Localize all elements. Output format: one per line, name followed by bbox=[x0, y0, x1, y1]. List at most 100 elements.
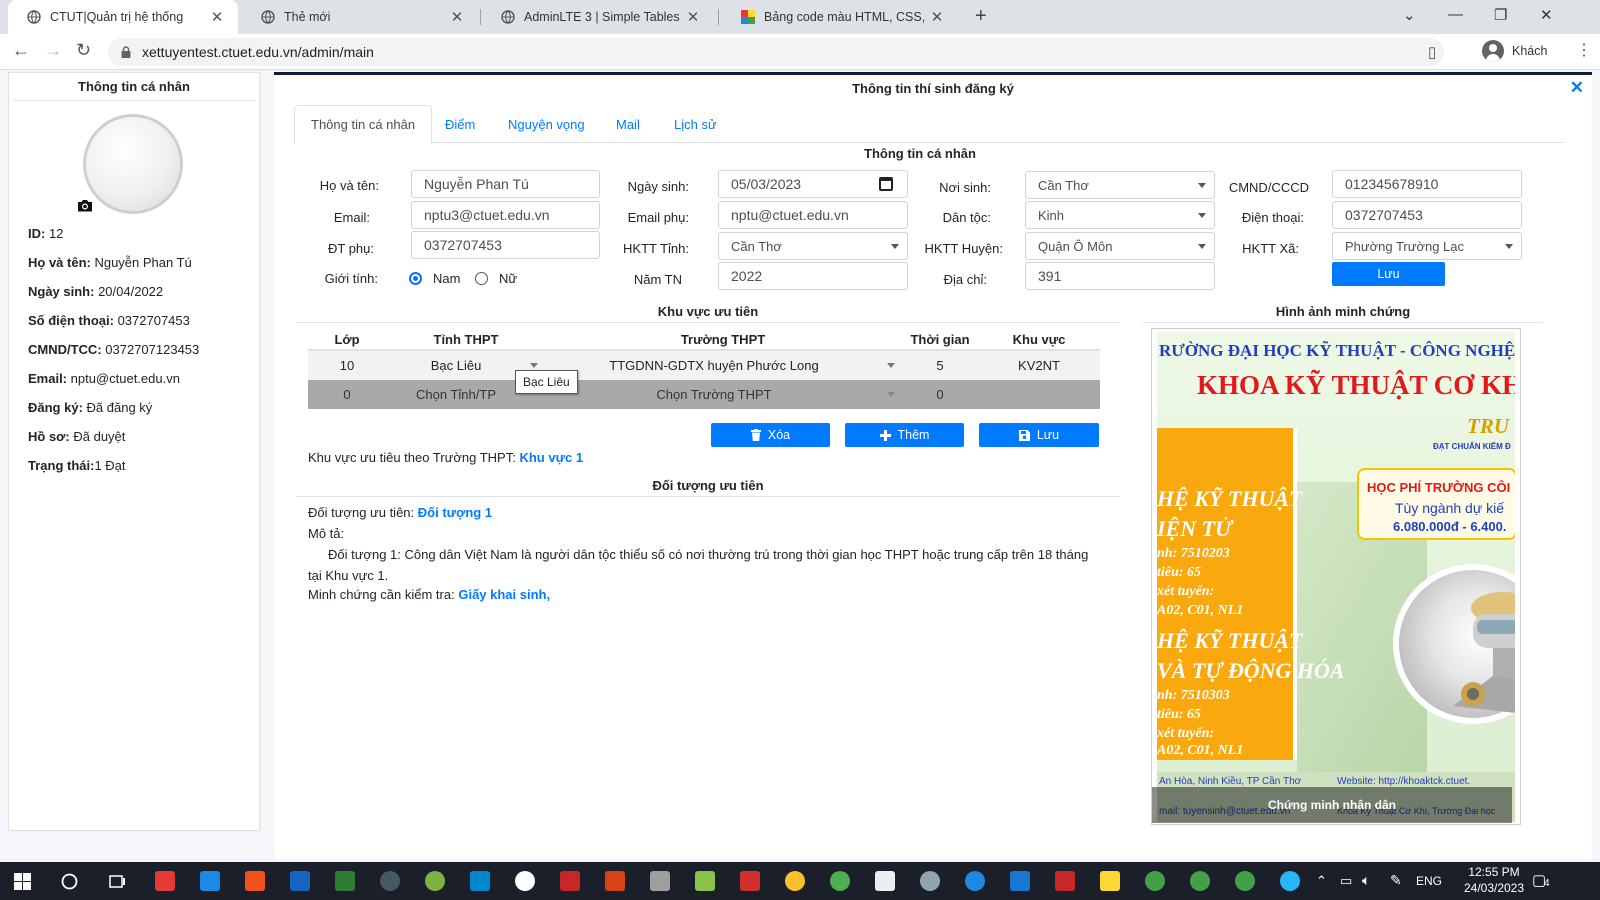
browser-tab-admin[interactable]: CTUT|Quản trị hệ thống ✕ bbox=[8, 0, 238, 34]
app-icon[interactable] bbox=[1280, 871, 1300, 891]
graduation-year-field[interactable]: 2022 bbox=[718, 262, 908, 290]
residence-ward-select[interactable]: Phường Trường Lạc bbox=[1332, 232, 1522, 260]
search-icon[interactable] bbox=[61, 873, 78, 890]
dob-field[interactable]: 05/03/2023 bbox=[718, 170, 908, 198]
evidence-image[interactable]: RƯỜNG ĐẠI HỌC KỸ THUẬT - CÔNG NGHỆ CẦN K… bbox=[1151, 328, 1521, 825]
secondary-phone-label: ĐT phụ: bbox=[327, 241, 374, 256]
tab-search-icon[interactable]: ⌄ bbox=[1403, 6, 1416, 24]
birthplace-select[interactable]: Cần Thơ bbox=[1025, 171, 1215, 199]
tab-personal-info[interactable]: Thông tin cá nhân bbox=[294, 105, 433, 144]
save-personal-button[interactable]: Lưu bbox=[1332, 262, 1445, 286]
minimize-icon[interactable]: — bbox=[1448, 6, 1463, 23]
clock-date[interactable]: 24/03/2023 bbox=[1463, 881, 1525, 895]
network-icon[interactable]: ▭ bbox=[1340, 873, 1352, 889]
save-area-button[interactable]: Lưu bbox=[979, 423, 1099, 447]
close-tab-icon[interactable]: ✕ bbox=[448, 8, 466, 26]
forward-icon[interactable]: → bbox=[44, 40, 62, 61]
volume-icon[interactable]: 🔈︎ bbox=[1362, 872, 1370, 889]
residence-province-select[interactable]: Cần Thơ bbox=[718, 232, 908, 260]
poster-text: KHOA KỸ THUẬT CƠ KHÍ bbox=[1197, 370, 1515, 400]
language-indicator[interactable]: ENG bbox=[1416, 874, 1442, 888]
table-row[interactable]: 10 Bạc Liêu TTGDNN-GDTX huyện Phước Long… bbox=[308, 351, 1100, 380]
tab-mail[interactable]: Mail bbox=[600, 105, 656, 143]
gender-radio-male[interactable] bbox=[409, 272, 422, 285]
app-icon[interactable] bbox=[245, 871, 265, 891]
app-icon[interactable] bbox=[425, 871, 445, 891]
chrome-icon[interactable] bbox=[1145, 871, 1165, 891]
table-row[interactable]: 0 Chọn Tỉnh/TP Chọn Trường THPT 0 bbox=[308, 380, 1100, 409]
profile-avatar[interactable] bbox=[83, 114, 183, 214]
app-icon[interactable] bbox=[560, 871, 580, 891]
word-icon[interactable] bbox=[290, 871, 310, 891]
browser-tab-adminlte[interactable]: AdminLTE 3 | Simple Tables ✕ bbox=[482, 0, 714, 34]
cell-school[interactable]: Chọn Trường THPT bbox=[656, 387, 771, 402]
add-button[interactable]: Thêm bbox=[845, 423, 964, 447]
name-field[interactable]: Nguyễn Phan Tú bbox=[411, 170, 600, 198]
app-icon[interactable] bbox=[155, 871, 175, 891]
excel-icon[interactable] bbox=[335, 871, 355, 891]
tab-wishes[interactable]: Nguyện vọng bbox=[492, 105, 601, 143]
app-icon[interactable] bbox=[470, 871, 490, 891]
chevron-down-icon[interactable] bbox=[530, 363, 538, 368]
sidepanel-icon[interactable]: ▯ bbox=[1428, 43, 1436, 61]
close-panel-icon[interactable]: ✕ bbox=[1570, 78, 1584, 98]
id-card-field[interactable]: 012345678910 bbox=[1332, 170, 1522, 198]
powerpoint-icon[interactable] bbox=[605, 871, 625, 891]
email-field[interactable]: nptu3@ctuet.edu.vn bbox=[411, 201, 600, 229]
app-icon[interactable] bbox=[785, 871, 805, 891]
cell-province[interactable]: Chọn Tỉnh/TP bbox=[416, 387, 496, 402]
address-bar: ← → ↻ xettuyentest.ctuet.edu.vn/admin/ma… bbox=[0, 34, 1600, 70]
file-explorer-icon[interactable] bbox=[1100, 871, 1120, 891]
app-icon[interactable] bbox=[1055, 871, 1075, 891]
url-field[interactable]: xettuyentest.ctuet.edu.vn/admin/main bbox=[108, 38, 1444, 66]
todo-icon[interactable] bbox=[200, 871, 220, 891]
new-tab-icon[interactable]: + bbox=[975, 5, 987, 28]
calendar-icon[interactable] bbox=[879, 177, 893, 191]
secondary-email-field[interactable]: nptu@ctuet.edu.vn bbox=[718, 201, 908, 229]
menu-dots-icon[interactable]: ⋮ bbox=[1576, 40, 1592, 60]
address-field[interactable]: 391 bbox=[1025, 262, 1215, 290]
pen-icon[interactable]: ✎ bbox=[1390, 872, 1402, 889]
app-icon[interactable] bbox=[740, 871, 760, 891]
delete-button[interactable]: Xóa bbox=[711, 423, 830, 447]
cell-school[interactable]: TTGDNN-GDTX huyện Phước Long bbox=[609, 358, 818, 373]
close-tab-icon[interactable]: ✕ bbox=[928, 8, 946, 26]
close-tab-icon[interactable]: ✕ bbox=[684, 8, 702, 26]
app-icon[interactable] bbox=[920, 871, 940, 891]
poster-text: A02, C01, NL1 bbox=[1157, 743, 1244, 758]
app-icon[interactable] bbox=[875, 871, 895, 891]
cell-province[interactable]: Bạc Liêu bbox=[431, 358, 482, 373]
tab-scores[interactable]: Điểm bbox=[429, 105, 491, 143]
teamviewer-icon[interactable] bbox=[965, 871, 985, 891]
chrome-icon[interactable] bbox=[1190, 871, 1210, 891]
ethnicity-select[interactable]: Kinh bbox=[1025, 201, 1215, 229]
vscode-icon[interactable] bbox=[1010, 871, 1030, 891]
secondary-phone-field[interactable]: 0372707453 bbox=[411, 231, 600, 259]
profile-avatar-icon bbox=[1482, 40, 1504, 62]
chevron-down-icon[interactable] bbox=[887, 392, 895, 397]
chevron-down-icon[interactable] bbox=[887, 363, 895, 368]
close-window-icon[interactable]: ✕ bbox=[1540, 6, 1553, 24]
windows-start-icon[interactable] bbox=[14, 873, 31, 890]
chrome-icon[interactable] bbox=[830, 871, 850, 891]
tab-history[interactable]: Lịch sử bbox=[658, 105, 733, 143]
browser-tab-new[interactable]: Thẻ mới ✕ bbox=[242, 0, 478, 34]
profile-button[interactable]: Khách bbox=[1482, 40, 1547, 62]
clock-time[interactable]: 12:55 PM bbox=[1465, 865, 1523, 879]
task-view-icon[interactable] bbox=[108, 873, 126, 890]
residence-district-select[interactable]: Quận Ô Môn bbox=[1025, 232, 1215, 260]
zalo-icon[interactable] bbox=[515, 871, 535, 891]
maximize-icon[interactable]: ❐ bbox=[1494, 6, 1507, 24]
reload-icon[interactable]: ↻ bbox=[76, 40, 91, 61]
browser-tab-colors[interactable]: Bảng code màu HTML, CSS, RGB ✕ bbox=[722, 0, 958, 34]
tray-chevron-icon[interactable]: ⌃ bbox=[1316, 873, 1327, 889]
back-icon[interactable]: ← bbox=[12, 40, 30, 61]
chrome-icon[interactable] bbox=[1235, 871, 1255, 891]
app-icon[interactable] bbox=[695, 871, 715, 891]
app-icon[interactable] bbox=[380, 871, 400, 891]
calculator-icon[interactable] bbox=[650, 871, 670, 891]
phone-field[interactable]: 0372707453 bbox=[1332, 201, 1522, 229]
gender-radio-female[interactable] bbox=[475, 272, 488, 285]
camera-icon[interactable] bbox=[77, 199, 93, 212]
close-tab-icon[interactable]: ✕ bbox=[208, 8, 226, 26]
